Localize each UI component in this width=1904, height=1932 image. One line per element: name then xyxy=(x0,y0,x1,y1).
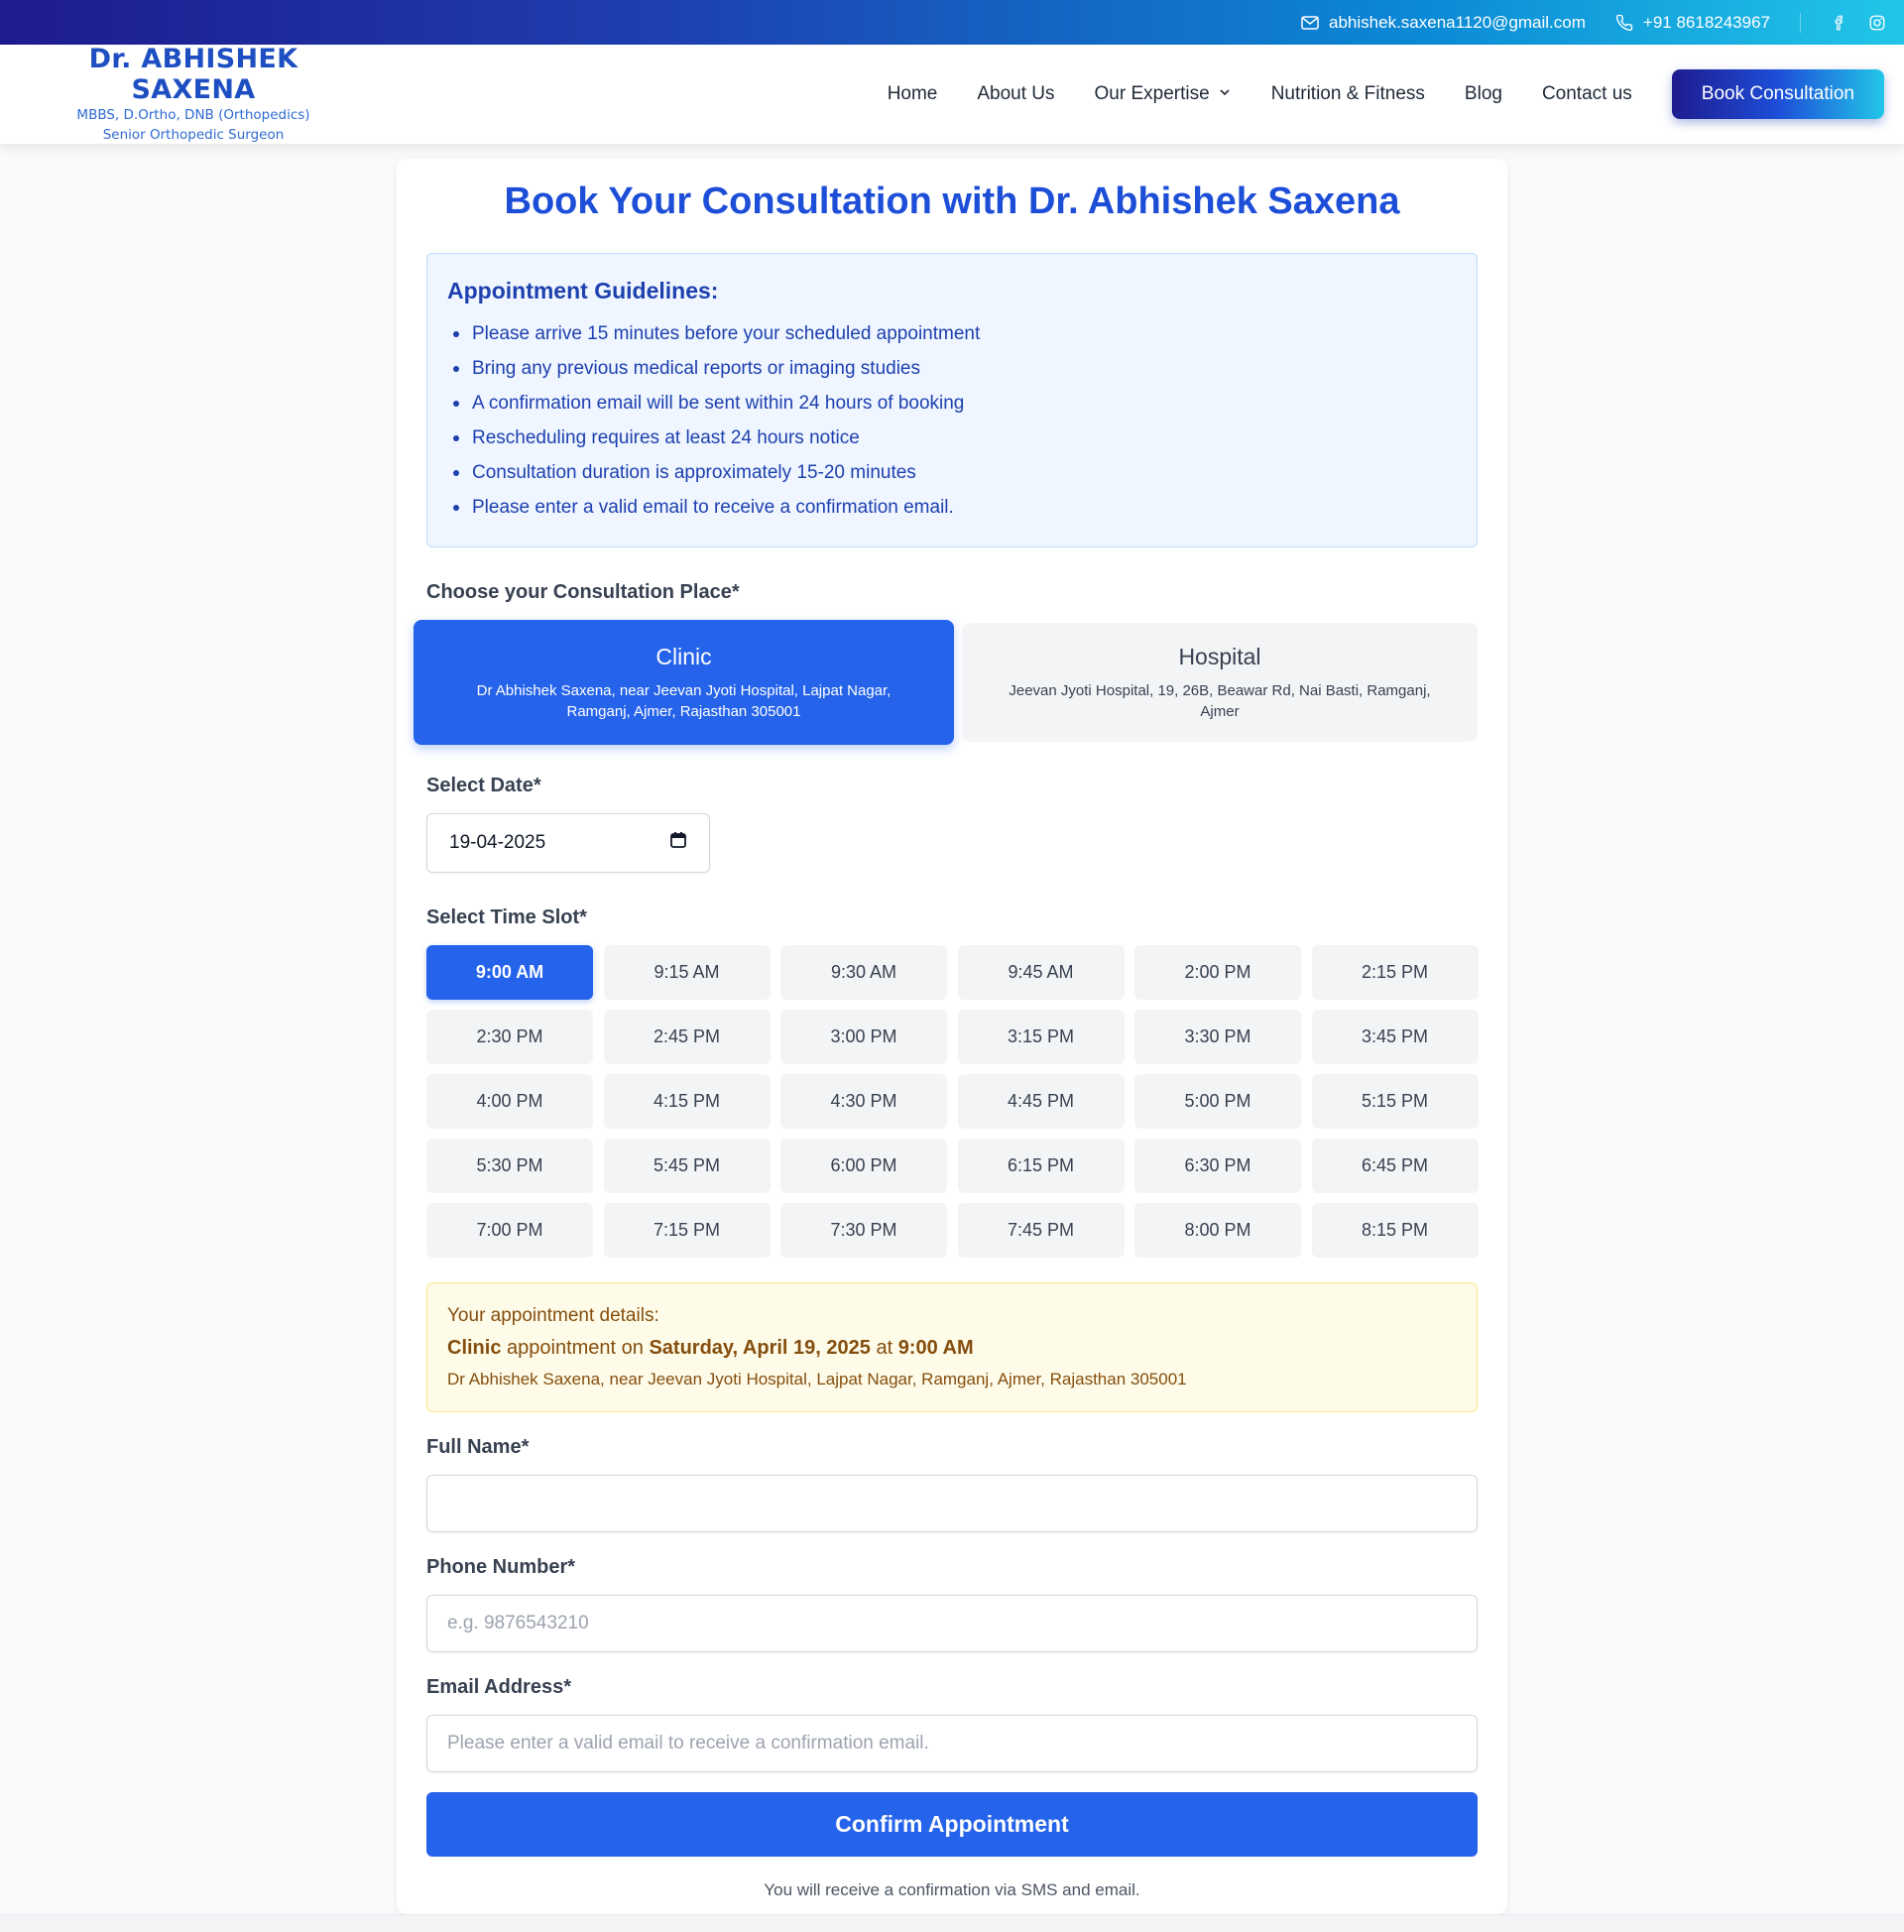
details-text: at xyxy=(870,1337,898,1359)
main-nav: Home About Us Our Expertise Nutrition & … xyxy=(848,69,1904,119)
full-name-input[interactable] xyxy=(426,1475,1478,1532)
time-slot[interactable]: 9:15 AM xyxy=(603,945,771,1000)
chevron-down-icon xyxy=(1218,83,1232,105)
details-text: appointment on xyxy=(501,1337,650,1359)
confirm-appointment-button[interactable]: Confirm Appointment xyxy=(426,1792,1478,1857)
time-slot[interactable]: 2:15 PM xyxy=(1311,945,1479,1000)
time-slot[interactable]: 4:45 PM xyxy=(957,1074,1125,1129)
social-links xyxy=(1831,14,1886,32)
phone-text: +91 8618243967 xyxy=(1642,12,1770,32)
phone-input[interactable]: e.g. 9876543210 xyxy=(426,1595,1478,1652)
time-slot[interactable]: 3:45 PM xyxy=(1311,1010,1479,1064)
place-name: Clinic xyxy=(655,643,712,669)
top-contact-bar: abhishek.saxena1120@gmail.com +91 861824… xyxy=(0,0,1904,45)
guideline-item: Consultation duration is approximately 1… xyxy=(447,455,1457,490)
facebook-icon[interactable] xyxy=(1831,14,1848,32)
logo-name: Dr. ABHISHEK SAXENA xyxy=(88,44,298,105)
time-slot[interactable]: 8:00 PM xyxy=(1134,1203,1301,1258)
guideline-item: Rescheduling requires at least 24 hours … xyxy=(447,421,1457,455)
details-time: 9:00 AM xyxy=(897,1337,974,1359)
details-date: Saturday, April 19, 2025 xyxy=(649,1337,871,1359)
time-slot[interactable]: 7:15 PM xyxy=(603,1203,771,1258)
details-summary: Clinic appointment on Saturday, April 19… xyxy=(447,1337,1457,1360)
time-slot[interactable]: 3:30 PM xyxy=(1134,1010,1301,1064)
nav-about[interactable]: About Us xyxy=(977,83,1054,105)
email-label: Email Address* xyxy=(426,1676,571,1698)
nav-blog[interactable]: Blog xyxy=(1465,83,1502,105)
guideline-item: Please enter a valid email to receive a … xyxy=(447,490,1457,525)
guideline-item: Please arrive 15 minutes before your sch… xyxy=(447,316,1457,351)
instagram-icon[interactable] xyxy=(1868,14,1886,32)
time-slot[interactable]: 4:30 PM xyxy=(780,1074,947,1129)
nav-expertise[interactable]: Our Expertise xyxy=(1095,83,1232,105)
time-slot[interactable]: 9:45 AM xyxy=(957,945,1125,1000)
phone-label: Phone Number* xyxy=(426,1556,576,1578)
nav-contact[interactable]: Contact us xyxy=(1542,83,1632,105)
details-place: Clinic xyxy=(447,1337,502,1359)
phone-icon xyxy=(1615,14,1633,32)
site-header: Dr. ABHISHEK SAXENA MBBS, D.Ortho, DNB (… xyxy=(0,44,1904,145)
guidelines-heading: Appointment Guidelines: xyxy=(447,278,719,303)
time-slot[interactable]: 7:00 PM xyxy=(426,1203,593,1258)
time-slot[interactable]: 7:45 PM xyxy=(957,1203,1125,1258)
time-slot[interactable]: 9:00 AM xyxy=(426,945,593,1000)
book-consultation-button[interactable]: Book Consultation xyxy=(1671,69,1884,119)
details-heading: Your appointment details: xyxy=(447,1305,659,1326)
time-slot[interactable]: 4:15 PM xyxy=(603,1074,771,1129)
time-slot[interactable]: 5:30 PM xyxy=(426,1139,593,1193)
place-option-clinic[interactable]: Clinic Dr Abhishek Saxena, near Jeevan J… xyxy=(414,620,954,745)
guideline-item: A confirmation email will be sent within… xyxy=(447,386,1457,421)
place-option-hospital[interactable]: Hospital Jeevan Jyoti Hospital, 19, 26B,… xyxy=(961,623,1478,742)
time-slot[interactable]: 3:00 PM xyxy=(780,1010,947,1064)
time-slot[interactable]: 6:15 PM xyxy=(957,1139,1125,1193)
time-slot[interactable]: 6:45 PM xyxy=(1311,1139,1479,1193)
time-slot[interactable]: 2:00 PM xyxy=(1134,945,1301,1000)
email-text: abhishek.saxena1120@gmail.com xyxy=(1329,12,1586,32)
time-slot[interactable]: 8:15 PM xyxy=(1311,1203,1479,1258)
email-link[interactable]: abhishek.saxena1120@gmail.com xyxy=(1301,13,1586,33)
place-options: Clinic Dr Abhishek Saxena, near Jeevan J… xyxy=(414,620,1478,745)
calendar-icon[interactable] xyxy=(669,831,687,855)
time-label: Select Time Slot* xyxy=(426,906,587,928)
time-slot[interactable]: 4:00 PM xyxy=(426,1074,593,1129)
nav-expertise-label: Our Expertise xyxy=(1094,83,1210,104)
nav-home[interactable]: Home xyxy=(888,83,938,105)
time-slot[interactable]: 6:00 PM xyxy=(780,1139,947,1193)
time-slot[interactable]: 5:45 PM xyxy=(603,1139,771,1193)
time-slot[interactable]: 9:30 AM xyxy=(780,945,947,1000)
date-value: 19-04-2025 xyxy=(449,832,546,853)
date-input[interactable]: 19-04-2025 xyxy=(426,813,710,873)
phone-link[interactable]: +91 8618243967 xyxy=(1615,13,1770,33)
time-slot[interactable]: 5:00 PM xyxy=(1134,1074,1301,1129)
details-address: Dr Abhishek Saxena, near Jeevan Jyoti Ho… xyxy=(447,1370,1187,1389)
guideline-item: Bring any previous medical reports or im… xyxy=(447,351,1457,386)
place-address: Dr Abhishek Saxena, near Jeevan Jyoti Ho… xyxy=(476,681,892,720)
email-input[interactable]: Please enter a valid email to receive a … xyxy=(426,1715,1478,1772)
logo-title: Senior Orthopedic Surgeon xyxy=(102,127,285,143)
time-slot[interactable]: 6:30 PM xyxy=(1134,1139,1301,1193)
logo-degrees: MBBS, D.Ortho, DNB (Orthopedics) xyxy=(76,107,310,123)
page-title: Book Your Consultation with Dr. Abhishek… xyxy=(504,181,1400,222)
footer-edge xyxy=(0,1914,1904,1932)
confirmation-note: You will receive a confirmation via SMS … xyxy=(764,1880,1140,1899)
time-slot[interactable]: 3:15 PM xyxy=(957,1010,1125,1064)
full-name-label: Full Name* xyxy=(426,1436,530,1458)
guidelines-list: Please arrive 15 minutes before your sch… xyxy=(447,316,1457,525)
time-slot-grid: 9:00 AM 9:15 AM 9:30 AM 9:45 AM 2:00 PM 2:15 … xyxy=(426,945,1479,1258)
appointment-guidelines: Appointment Guidelines: Please arrive 15… xyxy=(426,253,1478,547)
nav-nutrition[interactable]: Nutrition & Fitness xyxy=(1271,83,1425,105)
appointment-details: Your appointment details: Clinic appoint… xyxy=(426,1282,1478,1412)
place-name: Hospital xyxy=(1178,643,1261,669)
place-address: Jeevan Jyoti Hospital, 19, 26B, Beawar R… xyxy=(1009,681,1431,720)
time-slot[interactable]: 5:15 PM xyxy=(1311,1074,1479,1129)
time-slot[interactable]: 7:30 PM xyxy=(780,1203,947,1258)
divider xyxy=(1800,12,1801,33)
booking-card: Book Your Consultation with Dr. Abhishek… xyxy=(397,159,1507,1914)
place-label: Choose your Consultation Place* xyxy=(426,581,740,603)
date-label: Select Date* xyxy=(426,775,541,796)
mail-icon xyxy=(1301,15,1319,30)
time-slot[interactable]: 2:45 PM xyxy=(603,1010,771,1064)
logo[interactable]: Dr. ABHISHEK SAXENA MBBS, D.Ortho, DNB (… xyxy=(0,44,357,145)
time-slot[interactable]: 2:30 PM xyxy=(426,1010,593,1064)
